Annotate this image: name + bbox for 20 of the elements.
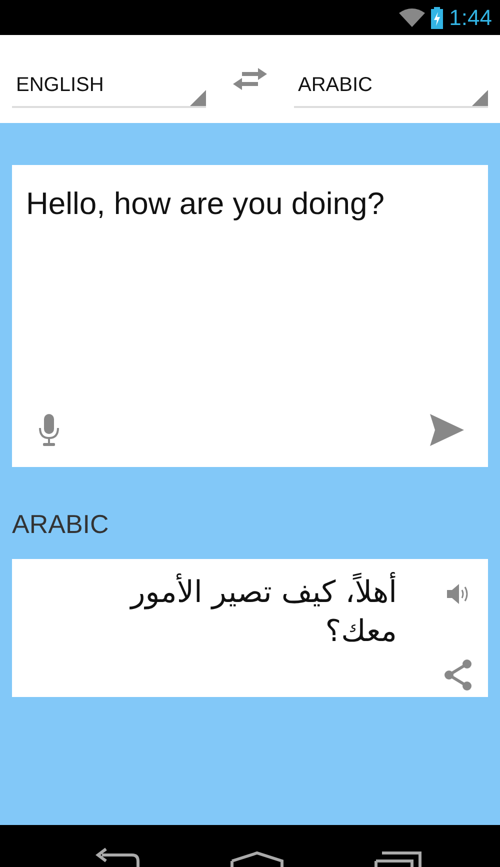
output-language-label: ARABIC bbox=[12, 511, 110, 537]
recent-apps-button[interactable] bbox=[374, 851, 422, 867]
input-text: Hello, how are you doing? bbox=[26, 186, 384, 221]
send-icon bbox=[430, 413, 464, 447]
translated-text: أهلاً، كيف تصير الأمور معك؟ bbox=[26, 573, 442, 697]
swap-arrows-icon bbox=[232, 68, 268, 90]
language-dropdown[interactable]: ARABIC bbox=[294, 64, 488, 108]
microphone-icon bbox=[38, 414, 60, 446]
battery-icon bbox=[431, 6, 444, 28]
text-input-field[interactable]: Hello, how are you doing? bbox=[12, 165, 488, 467]
clock-time: 1:44 bbox=[449, 4, 492, 32]
share-icon bbox=[442, 659, 474, 691]
dropdown-corner-icon bbox=[472, 90, 488, 106]
send-button[interactable] bbox=[430, 413, 464, 447]
language-dropdown[interactable]: ENGLISH bbox=[12, 64, 206, 108]
home-button[interactable] bbox=[230, 851, 284, 867]
share-button[interactable] bbox=[442, 659, 474, 691]
dropdown-corner-icon bbox=[190, 90, 206, 106]
microphone-button[interactable] bbox=[38, 414, 60, 446]
wifi-icon bbox=[399, 8, 426, 28]
